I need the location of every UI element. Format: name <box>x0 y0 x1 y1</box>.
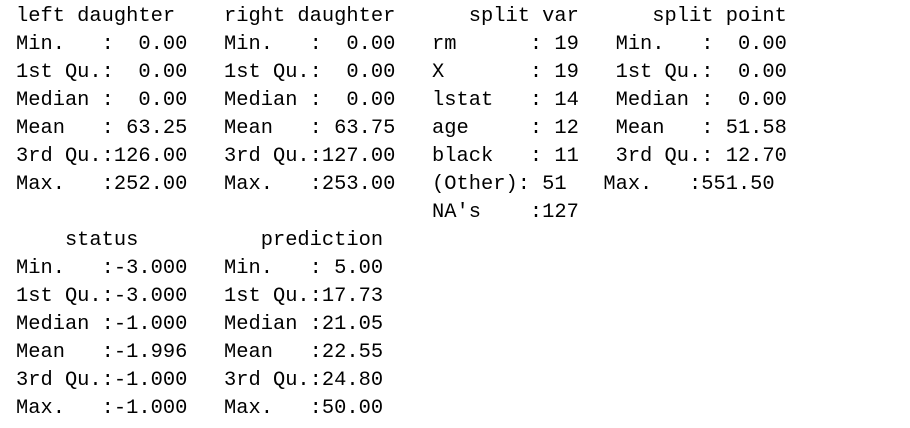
console-line: Max. :252.00 Max. :253.00 (Other): 51 Ma… <box>16 173 800 196</box>
console-line: Median : 0.00 Median : 0.00 lstat : 14 M… <box>16 89 812 112</box>
console-line: left daughter right daughter split var s… <box>16 5 824 28</box>
console-line: Min. :-3.000 Min. : 5.00 <box>16 257 408 280</box>
console-line: Min. : 0.00 Min. : 0.00 rm : 19 Min. : 0… <box>16 33 812 56</box>
console-line: Mean :-1.996 Mean :22.55 <box>16 341 408 364</box>
console-line: 3rd Qu.:-1.000 3rd Qu.:24.80 <box>16 369 408 392</box>
console-line: NA's :127 <box>16 201 812 224</box>
console-line: Max. :-1.000 Max. :50.00 <box>16 397 408 420</box>
console-line: 1st Qu.:-3.000 1st Qu.:17.73 <box>16 285 408 308</box>
console-line: 1st Qu.: 0.00 1st Qu.: 0.00 X : 19 1st Q… <box>16 61 812 84</box>
console-line: Median :-1.000 Median :21.05 <box>16 313 408 336</box>
console-line: 3rd Qu.:126.00 3rd Qu.:127.00 black : 11… <box>16 145 812 168</box>
console-line: Mean : 63.25 Mean : 63.75 age : 12 Mean … <box>16 117 812 140</box>
console-output: left daughter right daughter split var s… <box>16 3 824 423</box>
console-line: status prediction <box>16 229 420 252</box>
